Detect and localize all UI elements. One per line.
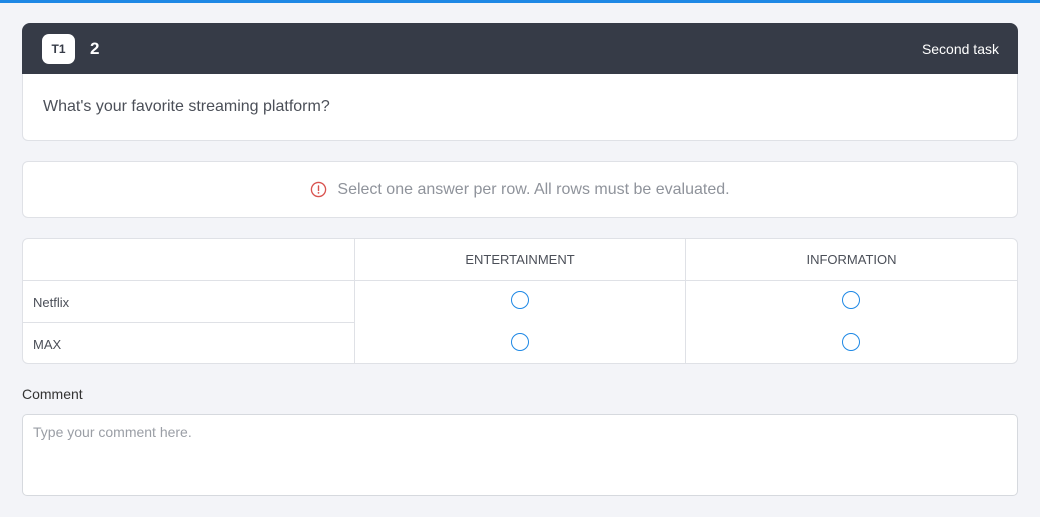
question-container: T1 2 Second task What's your favorite st… <box>22 23 1018 501</box>
column-header-information: INFORMATION <box>806 252 897 267</box>
notice-text: Select one answer per row. All rows must… <box>337 180 730 198</box>
radio-netflix-entertainment[interactable] <box>511 291 529 309</box>
radio-max-entertainment[interactable] <box>511 333 529 351</box>
column-header-entertainment: ENTERTAINMENT <box>465 252 575 267</box>
info-circle-icon <box>311 181 327 198</box>
validation-notice: Select one answer per row. All rows must… <box>22 161 1018 218</box>
rating-matrix: ENTERTAINMENT INFORMATION Netflix MAX <box>22 238 1018 364</box>
task-name: Second task <box>921 40 999 57</box>
row-label-netflix: Netflix <box>33 294 70 310</box>
row-label-max: MAX <box>33 336 62 352</box>
radio-max-information[interactable] <box>842 333 860 351</box>
question-header: T1 2 Second task <box>22 23 1018 74</box>
radio-netflix-information[interactable] <box>842 291 860 309</box>
question-number: 2 <box>90 38 100 58</box>
task-badge: T1 <box>42 33 75 64</box>
top-accent-bar <box>0 0 1040 3</box>
question-text: What's your favorite streaming platform? <box>22 74 1018 141</box>
comment-input[interactable] <box>22 414 1018 496</box>
comment-label: Comment <box>22 386 83 402</box>
